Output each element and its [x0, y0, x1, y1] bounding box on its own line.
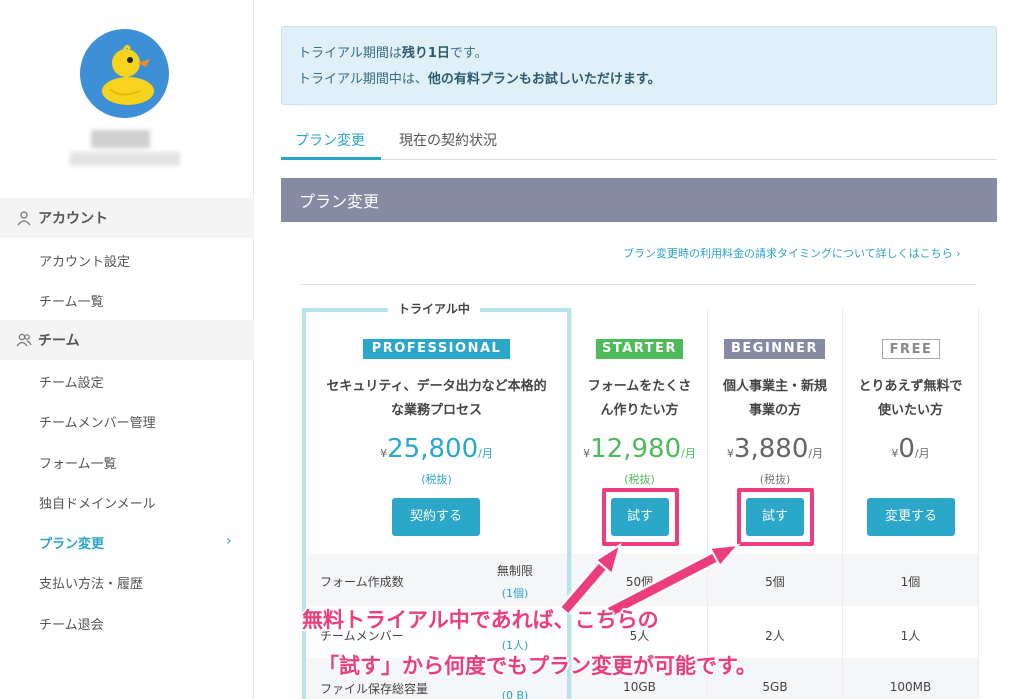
- row-label: ファイル保存総容量: [320, 682, 429, 696]
- change-to-free-button[interactable]: 変更する: [867, 498, 955, 536]
- notice-text-bold: 他の有料プランもお試しいただけます。: [427, 72, 661, 87]
- notice-text: です。: [449, 46, 488, 61]
- sidebar-section-team: チーム: [0, 320, 254, 360]
- sidebar-section-label: チーム: [38, 333, 80, 349]
- tab-bar: プラン変更 現在の契約状況: [281, 124, 997, 160]
- notice-text: トライアル期間中は、: [298, 72, 428, 87]
- cell-value: 5個: [765, 575, 785, 589]
- cell-value: 1人: [900, 629, 921, 643]
- plan-badge-free: FREE: [882, 339, 940, 359]
- plan-price-beginner: ¥3,880/月: [708, 434, 842, 464]
- price-unit: /月: [681, 447, 696, 460]
- sidebar-item-domain-mail[interactable]: 独自ドメインメール: [39, 493, 156, 512]
- cell-value: 10GB: [623, 680, 656, 694]
- plan-desc-line: とりあえず無料で: [858, 379, 963, 394]
- price-unit: /月: [914, 447, 930, 460]
- chevron-right-icon: ›: [226, 533, 232, 549]
- plan-desc-line: 個人事業主・新規: [722, 379, 827, 394]
- plan-desc-professional: セキュリティ、データ出力など本格的 な業務プロセス: [305, 375, 568, 423]
- price-amount: 3,880: [733, 434, 809, 464]
- plan-desc-line: な業務プロセス: [390, 403, 482, 418]
- plan-desc-free: とりあえず無料で 使いたい方: [843, 375, 978, 423]
- sidebar-item-form-list[interactable]: フォーム一覧: [39, 453, 117, 472]
- tax-note: (税抜): [421, 473, 452, 486]
- cell-usage: (0 B): [501, 689, 529, 699]
- trial-notice: トライアル期間は残り1日です。 トライアル期間中は、他の有料プランもお試しいただ…: [281, 26, 997, 105]
- sidebar-item-team-settings[interactable]: チーム設定: [39, 372, 104, 391]
- plan-desc-line: フォームをたくさ: [587, 379, 692, 394]
- plan-desc-line: ん作りたい方: [600, 403, 679, 418]
- cell-value: 無制限: [496, 564, 533, 578]
- active-tab-indicator: [281, 157, 381, 160]
- sidebar-item-plan-change[interactable]: プラン変更: [39, 533, 104, 552]
- plan-badge-professional: PROFESSIONAL: [363, 339, 510, 359]
- sidebar: アカウント アカウント設定 チーム一覧 チーム チーム設定 チームメンバー管理 …: [0, 0, 254, 699]
- contract-button[interactable]: 契約する: [392, 498, 480, 536]
- divider: [300, 284, 977, 285]
- duck-icon: [102, 44, 154, 105]
- sidebar-item-payment[interactable]: 支払い方法・履歴: [39, 573, 143, 592]
- tax-note: (税抜): [624, 473, 655, 486]
- sidebar-item-team-list[interactable]: チーム一覧: [39, 291, 104, 310]
- cell-value: 100MB: [889, 680, 932, 694]
- sidebar-section-account: アカウント: [0, 198, 254, 238]
- column-divider: [978, 308, 979, 699]
- plan-desc-line: 事業の方: [748, 403, 801, 418]
- tab-contract-status[interactable]: 現在の契約状況: [399, 130, 497, 150]
- plan-price-free: ¥0/月: [843, 434, 978, 464]
- yen-symbol: ¥: [726, 447, 734, 460]
- price-unit: /月: [478, 447, 493, 460]
- cell-value: 2人: [765, 629, 785, 643]
- billing-timing-link[interactable]: プラン変更時の利用料金の請求タイミングについて詳しくはこちら ›: [623, 245, 961, 261]
- annotation-line-1: 無料トライアル中であれば、こちらの: [302, 608, 659, 632]
- price-amount: 12,980: [590, 434, 682, 464]
- plan-desc-starter: フォームをたくさ ん作りたい方: [572, 375, 707, 423]
- cell-usage: (1個): [501, 587, 529, 600]
- user-name-redacted: [91, 130, 150, 148]
- billing-link-text[interactable]: プラン変更時の利用料金の請求タイミングについて詳しくはこちら: [623, 247, 953, 260]
- plan-desc-line: 使いたい方: [877, 403, 943, 418]
- annotation-line-2: 「試す」から何度でもプラン変更が可能です。: [318, 654, 757, 678]
- section-title: プラン変更: [281, 178, 997, 222]
- notice-text: トライアル期間は: [298, 46, 402, 61]
- highlight-frame: [737, 488, 814, 546]
- chevron-right-icon: ›: [956, 247, 961, 260]
- sidebar-item-team-members[interactable]: チームメンバー管理: [39, 412, 156, 431]
- sidebar-item-leave-team[interactable]: チーム退会: [39, 614, 104, 633]
- avatar: [80, 29, 169, 118]
- price-amount: 25,800: [387, 434, 479, 464]
- plan-price-starter: ¥12,980/月: [572, 434, 707, 464]
- row-label: フォーム作成数: [320, 575, 404, 589]
- tax-note: (税抜): [759, 473, 791, 486]
- notice-remaining-days: 残り1日: [401, 46, 450, 61]
- plan-badge-beginner: BEGINNER: [724, 339, 825, 359]
- sidebar-section-label: アカウント: [38, 211, 108, 227]
- cell-value: 50個: [625, 575, 654, 589]
- people-icon: [16, 333, 32, 347]
- user-email-redacted: [70, 152, 180, 166]
- person-icon: [17, 211, 31, 226]
- plan-desc-beginner: 個人事業主・新規 事業の方: [708, 375, 842, 423]
- cell-value: 1個: [900, 575, 921, 589]
- tab-plan-change[interactable]: プラン変更: [295, 130, 365, 150]
- plan-price-professional: ¥25,800/月: [305, 434, 568, 464]
- trial-label: トライアル中: [388, 300, 480, 317]
- cell-value: 5GB: [762, 680, 788, 694]
- price-unit: /月: [808, 447, 824, 460]
- highlight-frame: [602, 488, 679, 546]
- plan-badge-starter: STARTER: [596, 339, 683, 359]
- price-amount: 0: [898, 434, 915, 464]
- sidebar-item-account-settings[interactable]: アカウント設定: [39, 251, 130, 270]
- plan-desc-line: セキュリティ、データ出力など本格的: [326, 379, 547, 394]
